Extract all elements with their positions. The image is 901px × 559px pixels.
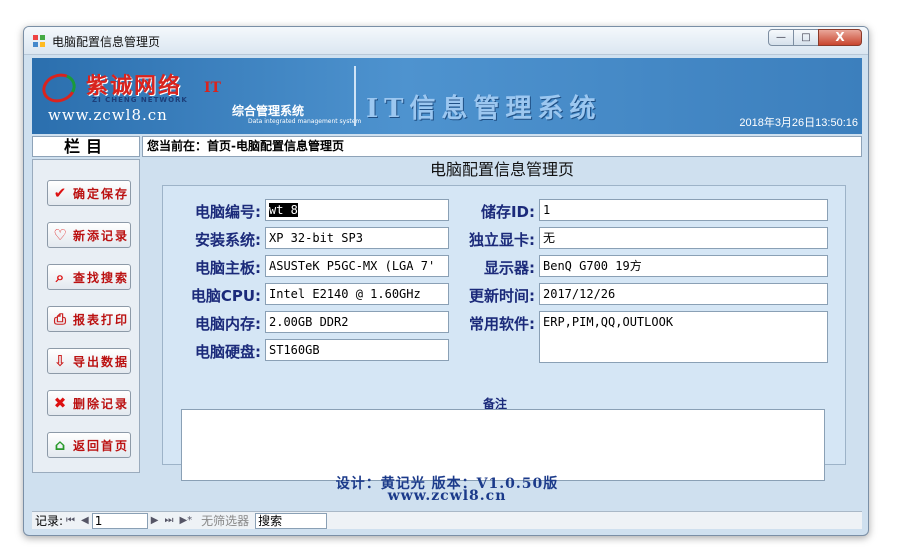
storage-id-label: 储存ID:: [480, 203, 535, 221]
memory-label: 电脑内存:: [195, 315, 261, 333]
gpu-label: 独立显卡:: [469, 231, 535, 249]
home-icon: ⌂: [54, 436, 68, 454]
memory-field[interactable]: 2.00GB DDR2: [265, 311, 449, 333]
footer-url: www.zcwl8.cn: [387, 488, 507, 504]
delete-record-button[interactable]: ✖ 删除记录: [47, 390, 131, 416]
new-record-button[interactable]: ♡ 新添记录: [47, 222, 131, 248]
header-banner: 紫诚网络 ZI CHENG NETWORK www.zcwl8.cn IT 综合…: [32, 58, 862, 134]
form-panel: 电脑编号: wt 8 安装系统: XP 32-bit SP3 电脑主板: ASU…: [162, 185, 846, 481]
app-icon: [33, 35, 45, 47]
app-window: 电脑配置信息管理页 — □ X 紫诚网络 ZI CHENG NETWORK ww…: [23, 26, 869, 536]
record-navigation-bar: 记录: ⏮ ◀ 1 ▶ ⏭ ▶* 无筛选器 搜索: [32, 511, 862, 529]
storage-id-field[interactable]: 1: [539, 199, 828, 221]
checkmark-icon: ✔: [53, 184, 69, 202]
motherboard-field[interactable]: ASUSTeK P5GC-MX (LGA 7': [265, 255, 449, 277]
page-title: 电脑配置信息管理页: [429, 160, 574, 179]
brand-url: www.zcwl8.cn: [48, 106, 168, 124]
search-icon: ⌕: [55, 268, 67, 286]
software-field[interactable]: ERP,PIM,QQ,OUTLOOK: [539, 311, 828, 363]
next-record-icon[interactable]: ▶: [151, 515, 159, 526]
nav-panel: ✔ 确定保存 ♡ 新添记录 ⌕ 查找搜索 ⎙ 报表打印 ⇩ 导出数据 ✖ 删除记…: [32, 159, 140, 473]
computer-no-field[interactable]: wt 8: [265, 199, 449, 221]
it-mark: IT: [204, 80, 221, 96]
search-button[interactable]: ⌕ 查找搜索: [47, 264, 131, 290]
os-field[interactable]: XP 32-bit SP3: [265, 227, 449, 249]
content-area: 电脑配置信息管理页 电脑编号: wt 8 安装系统: XP 32-bit SP3…: [142, 159, 862, 481]
close-button[interactable]: X: [818, 29, 862, 46]
new-record-icon[interactable]: ▶*: [179, 515, 192, 526]
print-report-button[interactable]: ⎙ 报表打印: [47, 306, 131, 332]
window-title: 电脑配置信息管理页: [52, 35, 161, 49]
system-title: IT信息管理系统: [366, 94, 602, 124]
printer-icon: ⎙: [53, 310, 68, 328]
no-filter-indicator[interactable]: 无筛选器: [201, 512, 249, 529]
cpu-field[interactable]: Intel E2140 @ 1.60GHz: [265, 283, 449, 305]
nav-header: 栏目: [32, 136, 140, 157]
last-record-icon[interactable]: ⏭: [164, 515, 173, 526]
computer-no-label: 电脑编号:: [195, 203, 261, 221]
software-label: 常用软件:: [469, 315, 535, 333]
system-subtitle: 综合管理系统: [232, 104, 305, 118]
disk-label: 电脑硬盘:: [195, 343, 261, 361]
update-time-field[interactable]: 2017/12/26: [539, 283, 828, 305]
system-subtitle-english: Data integrated management system: [248, 118, 362, 125]
disk-field[interactable]: ST160GB: [265, 339, 449, 361]
datetime-display: 2018年3月26日13:50:16: [739, 117, 858, 129]
cpu-label: 电脑CPU:: [190, 287, 261, 305]
export-data-button[interactable]: ⇩ 导出数据: [47, 348, 131, 374]
os-label: 安装系统:: [195, 231, 261, 249]
monitor-label: 显示器:: [484, 259, 535, 277]
record-label: 记录:: [35, 514, 64, 528]
current-record-input[interactable]: 1: [91, 512, 148, 529]
first-record-icon[interactable]: ⏮: [66, 515, 75, 526]
company-logo-icon: [38, 69, 80, 107]
gpu-field[interactable]: 无: [539, 227, 828, 249]
brand-english: ZI CHENG NETWORK: [92, 96, 188, 104]
record-search-input[interactable]: 搜索: [255, 512, 328, 529]
home-button[interactable]: ⌂ 返回首页: [47, 432, 131, 458]
monitor-field[interactable]: BenQ G700 19方: [539, 255, 828, 277]
heart-icon: ♡: [53, 226, 69, 244]
title-bar: 电脑配置信息管理页 — □ X: [24, 27, 868, 55]
window-controls: — □ X: [768, 29, 862, 46]
breadcrumb: 您当前在：首页-电脑配置信息管理页: [142, 136, 862, 157]
motherboard-label: 电脑主板:: [195, 259, 261, 277]
maximize-button[interactable]: □: [793, 29, 819, 46]
previous-record-icon[interactable]: ◀: [81, 515, 89, 526]
delete-icon: ✖: [53, 394, 69, 412]
update-time-label: 更新时间:: [469, 287, 535, 305]
banner-divider: [354, 66, 356, 126]
minimize-button[interactable]: —: [768, 29, 794, 46]
export-icon: ⇩: [53, 352, 69, 370]
save-button[interactable]: ✔ 确定保存: [47, 180, 131, 206]
notes-field[interactable]: [181, 409, 825, 481]
